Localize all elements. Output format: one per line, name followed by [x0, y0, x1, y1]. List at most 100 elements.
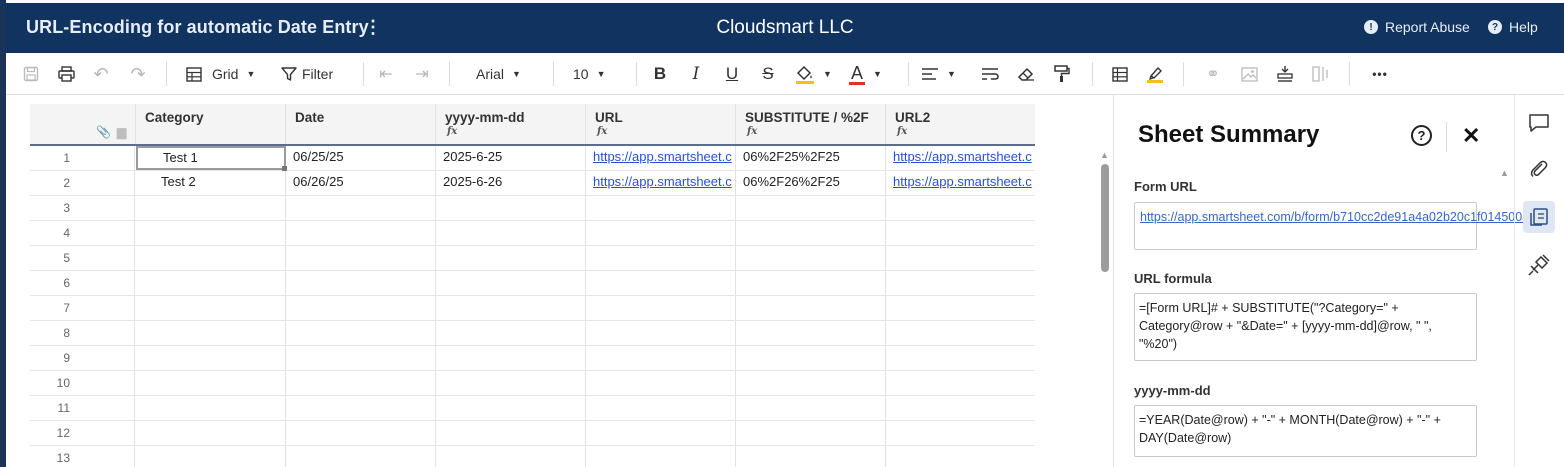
comments-button[interactable]	[1523, 107, 1555, 139]
grid-cell[interactable]	[436, 396, 586, 420]
sheet-summary-button[interactable]	[1523, 201, 1555, 233]
grid-cell[interactable]	[136, 446, 286, 467]
grid-cell[interactable]	[436, 196, 586, 220]
grid-vertical-scrollbar[interactable]: ▲	[1099, 150, 1111, 467]
grid-cell[interactable]	[436, 271, 586, 295]
row-number[interactable]: 11	[30, 396, 135, 420]
grid-cell[interactable]	[136, 196, 286, 220]
underline-button[interactable]: U	[722, 62, 742, 86]
column-header[interactable]: Date	[286, 104, 436, 144]
hyperlink-button[interactable]: ⚭	[1203, 62, 1223, 86]
grid-cell[interactable]: https://app.smartsheet.c	[886, 171, 1035, 195]
table-row[interactable]: 4	[30, 221, 1035, 246]
grid-cell[interactable]	[886, 371, 1035, 395]
grid-cell[interactable]	[136, 321, 286, 345]
grid-cell[interactable]	[736, 421, 886, 445]
grid-cell[interactable]	[886, 346, 1035, 370]
highlight-changes-button[interactable]	[1145, 62, 1165, 86]
grid-cell[interactable]	[886, 421, 1035, 445]
format-painter-button[interactable]	[1052, 62, 1072, 86]
grid-cell[interactable]	[586, 371, 736, 395]
fill-color-button[interactable]: ▼	[795, 62, 840, 86]
grid-cell[interactable]	[886, 271, 1035, 295]
grid-cell[interactable]	[136, 246, 286, 270]
row-number[interactable]: 13	[30, 446, 135, 467]
row-number[interactable]: 3	[30, 196, 135, 220]
row-number[interactable]: 12	[30, 421, 135, 445]
column-width-button[interactable]	[1311, 62, 1331, 86]
strikethrough-button[interactable]: S	[758, 62, 778, 86]
grid-cell[interactable]: 2025-6-26	[436, 171, 586, 195]
grid-cell[interactable]	[286, 446, 436, 467]
column-header[interactable]: URL fx	[586, 104, 736, 144]
font-family-dropdown[interactable]: Arial ▼	[476, 62, 536, 86]
grid-cell[interactable]: 06%2F26%2F25	[736, 171, 886, 195]
grid-cell[interactable]	[886, 321, 1035, 345]
grid-cell[interactable]	[886, 296, 1035, 320]
table-row[interactable]: 3	[30, 196, 1035, 221]
grid-cell[interactable]	[586, 296, 736, 320]
grid-cell[interactable]: https://app.smartsheet.c	[586, 171, 736, 195]
grid-cell[interactable]	[286, 296, 436, 320]
grid-cell[interactable]	[136, 271, 286, 295]
grid-cell[interactable]	[136, 221, 286, 245]
grid-cell[interactable]	[736, 221, 886, 245]
grid-cell[interactable]	[286, 221, 436, 245]
align-dropdown[interactable]: ▼	[921, 62, 971, 86]
row-number[interactable]: 1	[30, 146, 135, 170]
filter-button[interactable]: Filter	[281, 62, 351, 86]
clear-format-button[interactable]	[1016, 62, 1036, 86]
report-abuse-link[interactable]: ! Report Abuse	[1364, 19, 1470, 35]
attachments-button[interactable]	[1523, 153, 1555, 185]
grid-cell[interactable]	[736, 396, 886, 420]
grid-cell[interactable]	[586, 196, 736, 220]
more-options-button[interactable]: •••	[1367, 62, 1393, 86]
grid-cell[interactable]	[736, 346, 886, 370]
comment-icon[interactable]: ▆	[117, 125, 126, 139]
grid-cell[interactable]: https://app.smartsheet.c	[586, 146, 736, 170]
grid-cell[interactable]	[736, 296, 886, 320]
conditional-format-button[interactable]	[1110, 62, 1130, 86]
table-row[interactable]: 12	[30, 421, 1035, 446]
grid-cell[interactable]	[136, 371, 286, 395]
grid-cell[interactable]	[286, 271, 436, 295]
grid-cell[interactable]	[736, 246, 886, 270]
yyyy-mm-dd-formula-value[interactable]: =YEAR(Date@row) + "-" + MONTH(Date@row) …	[1134, 405, 1477, 457]
grid-cell[interactable]	[136, 396, 286, 420]
grid-cell[interactable]	[586, 221, 736, 245]
row-number[interactable]: 7	[30, 296, 135, 320]
grid-cell[interactable]	[286, 421, 436, 445]
save-button[interactable]	[20, 62, 42, 86]
grid-cell[interactable]: 06/26/25	[286, 171, 436, 195]
panel-scroll-up-icon[interactable]: ▲	[1500, 168, 1509, 178]
row-number[interactable]: 6	[30, 271, 135, 295]
grid-cell[interactable]	[286, 396, 436, 420]
redo-button[interactable]: ↷	[128, 62, 148, 86]
row-number[interactable]: 2	[30, 171, 135, 195]
font-size-dropdown[interactable]: 10 ▼	[573, 62, 618, 86]
grid-cell[interactable]	[436, 446, 586, 467]
grid-cell[interactable]	[586, 246, 736, 270]
row-height-button[interactable]	[1275, 62, 1295, 86]
sheet-menu-icon[interactable]: ⋮	[364, 17, 382, 38]
grid-cell[interactable]: 2025-6-25	[436, 146, 586, 170]
row-number[interactable]: 5	[30, 246, 135, 270]
outdent-button[interactable]: ⇤	[376, 62, 396, 86]
grid-cell[interactable]	[886, 196, 1035, 220]
print-button[interactable]	[55, 62, 77, 86]
grid-cell[interactable]	[886, 446, 1035, 467]
italic-button[interactable]: I	[686, 62, 706, 86]
fill-handle[interactable]	[282, 166, 287, 171]
grid-cell[interactable]	[736, 446, 886, 467]
grid-cell[interactable]	[436, 346, 586, 370]
attachment-icon[interactable]: 📎	[96, 125, 111, 139]
table-row[interactable]: 9	[30, 346, 1035, 371]
grid-cell[interactable]	[586, 446, 736, 467]
grid-cell[interactable]	[736, 321, 886, 345]
insert-image-button[interactable]	[1239, 62, 1259, 86]
column-header[interactable]: yyyy-mm-dd fx	[436, 104, 586, 144]
indent-button[interactable]: ⇥	[412, 62, 432, 86]
grid-cell[interactable]	[586, 271, 736, 295]
grid-cell[interactable]	[736, 196, 886, 220]
scroll-up-icon[interactable]: ▲	[1100, 150, 1109, 160]
